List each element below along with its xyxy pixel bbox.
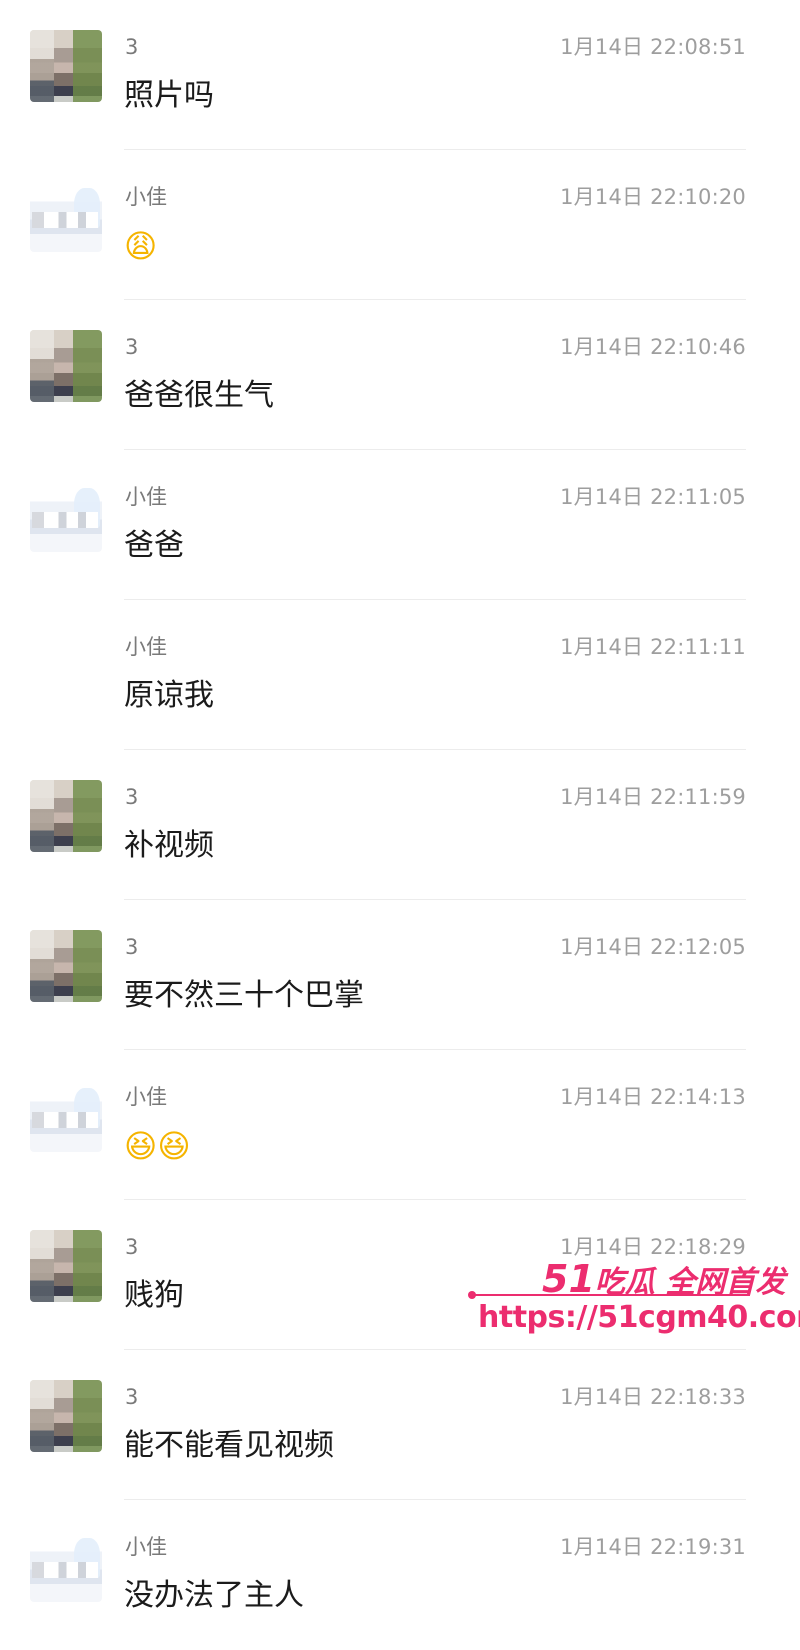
message-text: 爸爸 bbox=[124, 528, 184, 563]
message-timestamp: 1月14日 22:11:11 bbox=[560, 635, 746, 659]
avatar[interactable] bbox=[30, 180, 102, 252]
message-text: 😩 bbox=[124, 226, 157, 268]
message-item[interactable]: 3 1月14日 22:11:59 补视频 bbox=[0, 750, 800, 900]
message-item[interactable]: 小佳 1月14日 22:19:31 没办法了主人 bbox=[0, 1500, 800, 1650]
message-timestamp: 1月14日 22:10:46 bbox=[560, 335, 746, 359]
message-item[interactable]: 小佳 1月14日 22:11:05 爸爸 bbox=[0, 450, 800, 600]
sender-name: 3 bbox=[125, 35, 139, 59]
sender-name: 3 bbox=[125, 785, 139, 809]
avatar[interactable] bbox=[30, 780, 102, 852]
sender-name: 小佳 bbox=[125, 185, 167, 209]
message-text: 能不能看见视频 bbox=[124, 1428, 334, 1463]
message-text: 😆😆 bbox=[124, 1126, 191, 1168]
message-text: 原谅我 bbox=[124, 678, 214, 713]
avatar[interactable] bbox=[30, 1080, 102, 1152]
avatar[interactable] bbox=[30, 1530, 102, 1602]
message-item[interactable]: 3 1月14日 22:08:51 照片吗 bbox=[0, 0, 800, 150]
sender-name: 3 bbox=[125, 935, 139, 959]
sender-name: 小佳 bbox=[125, 635, 167, 659]
sender-name: 3 bbox=[125, 335, 139, 359]
message-timestamp: 1月14日 22:19:31 bbox=[560, 1535, 746, 1559]
message-item[interactable]: 3 1月14日 22:18:33 能不能看见视频 bbox=[0, 1350, 800, 1500]
sender-name: 3 bbox=[125, 1385, 139, 1409]
message-text: 没办法了主人 bbox=[124, 1578, 304, 1613]
message-timestamp: 1月14日 22:11:59 bbox=[560, 785, 746, 809]
message-item[interactable]: 3 1月14日 22:12:05 要不然三十个巴掌 bbox=[0, 900, 800, 1050]
avatar[interactable] bbox=[30, 1380, 102, 1452]
laughing-tears-emoji-icon: 😆😆 bbox=[124, 1127, 191, 1165]
avatar[interactable] bbox=[30, 1230, 102, 1302]
watermark: 51吃瓜 全网首发 https://51cgm40.com bbox=[468, 1260, 800, 1342]
chat-message-list: 3 1月14日 22:08:51 照片吗 小佳 1月14日 22:10:20 😩… bbox=[0, 0, 800, 1623]
message-timestamp: 1月14日 22:14:13 bbox=[560, 1085, 746, 1109]
message-timestamp: 1月14日 22:11:05 bbox=[560, 485, 746, 509]
sender-name: 小佳 bbox=[125, 1535, 167, 1559]
message-text: 补视频 bbox=[124, 828, 214, 863]
watermark-url: https://51cgm40.com bbox=[478, 1300, 800, 1335]
message-text: 照片吗 bbox=[124, 78, 214, 113]
message-timestamp: 1月14日 22:10:20 bbox=[560, 185, 746, 209]
message-item[interactable]: 小佳 1月14日 22:14:13 😆😆 bbox=[0, 1050, 800, 1200]
sender-name: 小佳 bbox=[125, 485, 167, 509]
avatar[interactable] bbox=[30, 480, 102, 552]
message-item[interactable]: 3 1月14日 22:10:46 爸爸很生气 bbox=[0, 300, 800, 450]
weary-face-emoji-icon: 😩 bbox=[124, 227, 158, 265]
message-timestamp: 1月14日 22:18:33 bbox=[560, 1385, 746, 1409]
message-item[interactable]: 小佳 1月14日 22:10:20 😩 bbox=[0, 150, 800, 300]
message-timestamp: 1月14日 22:12:05 bbox=[560, 935, 746, 959]
message-text: 贱狗 bbox=[124, 1278, 184, 1313]
avatar[interactable] bbox=[30, 930, 102, 1002]
message-text: 爸爸很生气 bbox=[124, 378, 274, 413]
message-text: 要不然三十个巴掌 bbox=[124, 978, 364, 1013]
avatar[interactable] bbox=[30, 330, 102, 402]
sender-name: 小佳 bbox=[125, 1085, 167, 1109]
watermark-line-decoration bbox=[468, 1291, 750, 1299]
sender-name: 3 bbox=[125, 1235, 139, 1259]
message-timestamp: 1月14日 22:08:51 bbox=[560, 35, 746, 59]
message-item[interactable]: 小佳 1月14日 22:11:11 原谅我 bbox=[0, 600, 800, 750]
avatar[interactable] bbox=[30, 30, 102, 102]
